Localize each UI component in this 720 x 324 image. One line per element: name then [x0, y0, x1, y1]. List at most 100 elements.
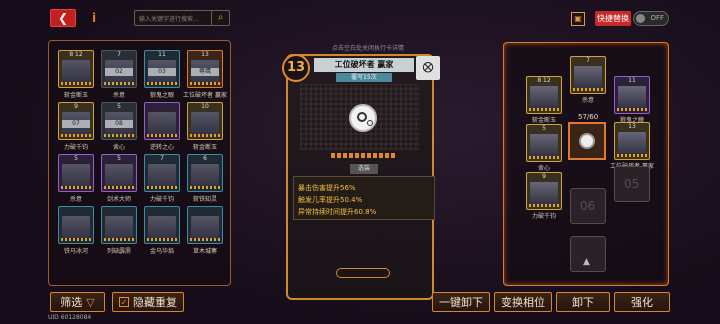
slot-number: 06: [580, 199, 596, 213]
card-item[interactable]: [101, 206, 137, 244]
detail-stats-box: 暴击伤害提升56% 触发几率提升50.4% 异常持续时间提升60.8%: [293, 176, 435, 220]
detail-type-icon: ⭙: [416, 56, 440, 80]
card-item[interactable]: [144, 206, 180, 244]
card-item[interactable]: 13 尊鹰: [187, 50, 223, 88]
empty-slot-5[interactable]: 05: [614, 166, 650, 202]
card-item[interactable]: 5 08: [101, 102, 137, 140]
equip-label: 舍心: [537, 165, 550, 172]
quick-replace-toggle[interactable]: OFF: [633, 11, 669, 26]
equip-art: [530, 134, 558, 156]
empty-slot-6[interactable]: 06: [570, 188, 606, 224]
card-art: [191, 112, 219, 134]
search-input[interactable]: 输入关键字进行搜索... ⌕: [134, 10, 230, 26]
card-label: 舍心: [112, 144, 125, 151]
card-item[interactable]: 8 12: [58, 50, 94, 88]
card-level: 6: [203, 155, 207, 162]
equip-center-slot[interactable]: [568, 122, 606, 160]
info-icon[interactable]: i: [92, 11, 96, 25]
card-art: [62, 164, 90, 186]
card-item[interactable]: 5: [101, 154, 137, 192]
unequip-button[interactable]: 卸下: [556, 292, 610, 312]
card-level: 7: [160, 155, 164, 162]
card-item[interactable]: 5: [58, 154, 94, 192]
filter-label: 筛选: [60, 296, 83, 309]
detail-level-badge: 13: [282, 54, 310, 82]
card-stars: [104, 134, 134, 137]
card-item[interactable]: 7: [144, 154, 180, 192]
locked-slot-icon: ▲: [583, 257, 590, 267]
card-item[interactable]: 9 07: [58, 102, 94, 140]
quick-replace-label: 快捷替换: [595, 11, 631, 26]
hide-duplicates-button[interactable]: ✓ 隐藏重复: [112, 292, 184, 312]
card-art: [148, 164, 176, 186]
equip-level: 13: [628, 123, 636, 130]
card-level: 8 12: [69, 51, 83, 58]
search-icon[interactable]: ⌕: [211, 11, 229, 25]
equip-art: [530, 86, 558, 108]
equip-label: 斩金断玉: [531, 117, 556, 124]
card-item[interactable]: [58, 206, 94, 244]
card-art: [62, 60, 90, 82]
equip-label: 杀意: [581, 97, 594, 104]
card-item[interactable]: 11 03: [144, 50, 180, 88]
lock-icon[interactable]: ▣: [571, 12, 585, 26]
card-stars: [147, 238, 177, 241]
equip-stars: [617, 154, 647, 157]
card-stars: [104, 82, 134, 85]
detail-stars: [331, 153, 395, 158]
swap-phase-button[interactable]: 变换相位: [494, 292, 552, 312]
card-label: 金乌华焰: [149, 248, 174, 255]
card-level: 5: [117, 155, 121, 162]
equip-slot[interactable]: 8 12: [526, 76, 562, 114]
card-level: [145, 207, 179, 215]
detail-orb-icon: [349, 104, 377, 132]
detail-subtitle: 覆写15次: [336, 73, 392, 82]
card-item[interactable]: 10: [187, 102, 223, 140]
equip-stars: [529, 204, 559, 207]
card-level: 10: [201, 103, 209, 110]
equip-slot[interactable]: 9: [526, 172, 562, 210]
card-art: [148, 112, 176, 134]
card-item[interactable]: [144, 102, 180, 140]
card-label: 铁马冰河: [63, 248, 88, 255]
hide-duplicates-label: 隐藏重复: [133, 296, 177, 309]
card-item[interactable]: 6: [187, 154, 223, 192]
uid-text: UID 60128084: [48, 314, 92, 321]
detail-deco-bottom: [336, 268, 390, 278]
back-button[interactable]: ❮: [50, 9, 76, 27]
toggle-knob: [636, 14, 645, 23]
detail-state-button[interactable]: 选装: [350, 164, 378, 174]
checkbox-icon: ✓: [119, 297, 129, 307]
equip-stars: [529, 108, 559, 111]
card-label: 列缺霹雳: [106, 248, 131, 255]
card-level: 5: [117, 103, 121, 110]
card-level: 7: [117, 51, 121, 58]
enhance-button[interactable]: 强化: [614, 292, 670, 312]
card-item[interactable]: [187, 206, 223, 244]
equip-art: [618, 86, 646, 108]
card-stars: [61, 134, 91, 137]
card-item[interactable]: 7 02: [101, 50, 137, 88]
card-art: [105, 164, 133, 186]
equip-slot[interactable]: 5: [526, 124, 562, 162]
stat-line: 异常持续时间提升60.8%: [298, 208, 377, 216]
equip-slot[interactable]: 11: [614, 76, 650, 114]
center-orb-icon: [579, 133, 595, 149]
card-stars: [147, 186, 177, 189]
equip-slot[interactable]: 13: [614, 122, 650, 160]
card-number: 07: [62, 120, 90, 128]
equip-slot[interactable]: 7: [570, 56, 606, 94]
equip-art: [618, 132, 646, 154]
card-number: 08: [105, 120, 133, 128]
unequip-all-button[interactable]: 一键卸下: [432, 292, 490, 312]
empty-slot-7[interactable]: ▲: [570, 236, 606, 272]
filter-button[interactable]: 筛选 ▽: [50, 292, 105, 312]
card-level: 5: [74, 155, 78, 162]
card-label: 逆转之心: [149, 144, 174, 151]
equip-stars: [529, 156, 559, 159]
card-art: [148, 216, 176, 238]
card-stars: [61, 82, 91, 85]
card-art: [62, 216, 90, 238]
stat-line: 触发几率提升50.4%: [298, 196, 363, 204]
equip-level: 7: [586, 57, 590, 64]
